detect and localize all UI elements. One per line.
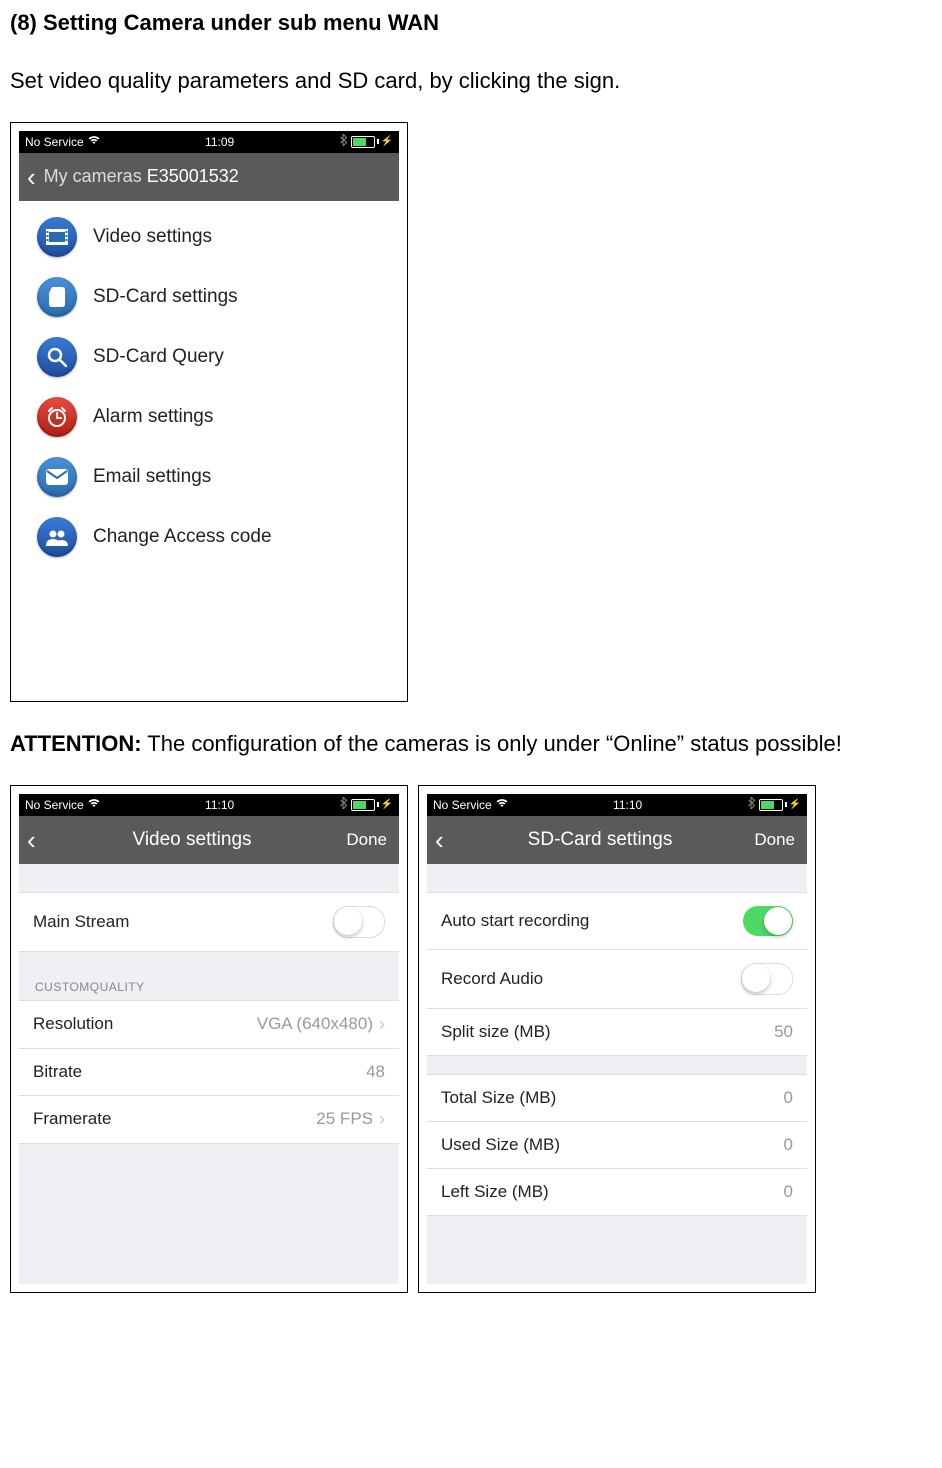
screenshot-frame-2: No Service 11:10 ⚡: [10, 785, 408, 1293]
row-total-size: Total Size (MB) 0: [427, 1074, 807, 1122]
screenshot-frame-3: No Service 11:10 ⚡: [418, 785, 816, 1293]
row-value: 0: [784, 1135, 793, 1155]
alarm-icon: [37, 397, 77, 437]
back-chevron-icon[interactable]: ‹: [435, 827, 446, 853]
search-icon: [37, 337, 77, 377]
section-header-customquality: CUSTOMQUALITY: [19, 952, 399, 1000]
back-chevron-icon[interactable]: ‹: [27, 164, 38, 190]
carrier-text: No Service: [433, 798, 492, 812]
menu-item-sdcard-settings[interactable]: SD-Card settings: [19, 267, 399, 327]
menu-label: SD-Card Query: [93, 346, 224, 368]
row-left-size: Left Size (MB) 0: [427, 1169, 807, 1216]
carrier-text: No Service: [25, 135, 84, 149]
nav-title: SD-Card settings: [452, 829, 749, 851]
nav-bar: ‹ My cameras E35001532: [19, 153, 399, 201]
row-label: Resolution: [33, 1014, 113, 1034]
row-label: Split size (MB): [441, 1022, 551, 1042]
row-auto-start-recording[interactable]: Auto start recording: [427, 892, 807, 950]
battery-icon: ⚡: [351, 799, 393, 811]
toggle-record-audio[interactable]: [741, 963, 793, 995]
row-label: Record Audio: [441, 969, 543, 989]
row-value: 50: [774, 1022, 793, 1042]
menu-label: Alarm settings: [93, 406, 213, 428]
wifi-icon: [88, 798, 100, 811]
sdcard-icon: [37, 277, 77, 317]
settings-menu: Video settings SD-Card settings SD-Card …: [19, 201, 399, 693]
chevron-right-icon: ›: [379, 1109, 385, 1130]
status-bar: No Service 11:10 ⚡: [19, 794, 399, 816]
menu-item-email-settings[interactable]: Email settings: [19, 447, 399, 507]
row-framerate[interactable]: Framerate 25 FPS ›: [19, 1096, 399, 1144]
status-bar: No Service 11:09 ⚡: [19, 131, 399, 153]
row-label: Used Size (MB): [441, 1135, 560, 1155]
attention-text: The configuration of the cameras is only…: [142, 731, 842, 756]
toggle-auto-start[interactable]: [743, 906, 793, 936]
back-button-label[interactable]: My cameras: [44, 166, 142, 186]
row-split-size[interactable]: Split size (MB) 50: [427, 1009, 807, 1056]
row-main-stream[interactable]: Main Stream: [19, 892, 399, 952]
row-label: Total Size (MB): [441, 1088, 556, 1108]
nav-title: Video settings: [44, 829, 341, 851]
screenshot-frame-1: No Service 11:09 ⚡ ‹ My cameras: [10, 122, 408, 702]
menu-item-sdcard-query[interactable]: SD-Card Query: [19, 327, 399, 387]
mail-icon: [37, 457, 77, 497]
users-icon: [37, 517, 77, 557]
section-heading: (8) Setting Camera under sub menu WAN: [10, 10, 932, 36]
bluetooth-icon: [748, 797, 755, 812]
row-label: Main Stream: [33, 912, 129, 932]
film-icon: [37, 217, 77, 257]
done-button[interactable]: Done: [346, 830, 391, 850]
intro-text: Set video quality parameters and SD card…: [10, 66, 932, 97]
row-used-size: Used Size (MB) 0: [427, 1122, 807, 1169]
done-button[interactable]: Done: [754, 830, 799, 850]
row-label: Auto start recording: [441, 911, 589, 931]
menu-item-change-access-code[interactable]: Change Access code: [19, 507, 399, 567]
carrier-text: No Service: [25, 798, 84, 812]
row-resolution[interactable]: Resolution VGA (640x480) ›: [19, 1000, 399, 1049]
row-label: Framerate: [33, 1109, 111, 1129]
menu-label: Change Access code: [93, 526, 272, 548]
menu-label: Video settings: [93, 226, 212, 248]
attention-label: ATTENTION:: [10, 731, 142, 756]
row-record-audio[interactable]: Record Audio: [427, 950, 807, 1009]
toggle-main-stream[interactable]: [333, 906, 385, 938]
menu-label: SD-Card settings: [93, 286, 238, 308]
attention-paragraph: ATTENTION: The configuration of the came…: [10, 727, 932, 760]
bluetooth-icon: [340, 797, 347, 812]
row-value: VGA (640x480): [257, 1014, 373, 1034]
battery-icon: ⚡: [759, 799, 801, 811]
row-value: 25 FPS: [316, 1109, 373, 1129]
row-value: 0: [784, 1182, 793, 1202]
nav-bar: ‹ Video settings Done: [19, 816, 399, 864]
row-label: Left Size (MB): [441, 1182, 549, 1202]
menu-label: Email settings: [93, 466, 211, 488]
clock-text: 11:10: [205, 798, 234, 812]
wifi-icon: [496, 798, 508, 811]
row-value: 48: [366, 1062, 385, 1082]
chevron-right-icon: ›: [379, 1014, 385, 1035]
row-bitrate[interactable]: Bitrate 48: [19, 1049, 399, 1096]
row-label: Bitrate: [33, 1062, 82, 1082]
menu-item-video-settings[interactable]: Video settings: [19, 207, 399, 267]
clock-text: 11:09: [205, 135, 234, 149]
bluetooth-icon: [340, 134, 347, 149]
camera-id: E35001532: [147, 166, 239, 186]
row-value: 0: [784, 1088, 793, 1108]
back-chevron-icon[interactable]: ‹: [27, 827, 38, 853]
clock-text: 11:10: [613, 798, 642, 812]
wifi-icon: [88, 135, 100, 148]
status-bar: No Service 11:10 ⚡: [427, 794, 807, 816]
nav-bar: ‹ SD-Card settings Done: [427, 816, 807, 864]
battery-icon: ⚡: [351, 136, 393, 148]
menu-item-alarm-settings[interactable]: Alarm settings: [19, 387, 399, 447]
